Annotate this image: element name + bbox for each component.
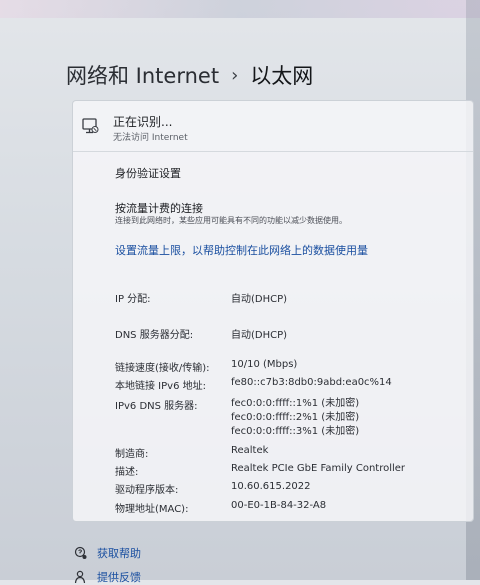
data-limit-link[interactable]: 设置流量上限，以帮助控制在此网络上的数据使用量: [115, 242, 368, 258]
description-value: Realtek PCIe GbE Family Controller: [231, 463, 406, 474]
manufacturer-label: 制造商:: [115, 449, 149, 460]
metered-connection-label: 按流量计费的连接: [115, 202, 203, 215]
status-title: 正在识别...: [113, 115, 173, 129]
mac-address-value: 00-E0-1B-84-32-A8: [231, 500, 327, 511]
auth-settings-link[interactable]: 身份验证设置: [115, 165, 181, 181]
give-feedback-label: 提供反馈: [97, 571, 141, 584]
connection-status-row[interactable]: 正在识别... 无法访问 Internet: [73, 101, 473, 152]
ipv6-dns-value: fec0:0:0:ffff::1%1 (未加密): [231, 398, 360, 409]
ethernet-network-icon: [82, 118, 99, 134]
link-speed-value: 10/10 (Mbps): [231, 359, 298, 370]
link-speed-label: 链接速度(接收/传输):: [115, 363, 210, 374]
help-icon: [74, 546, 87, 559]
breadcrumb-separator-icon: ›: [231, 64, 239, 86]
breadcrumb-parent[interactable]: 网络和 Internet: [66, 60, 219, 90]
ipv6-dns-values: fec0:0:0:ffff::1%1 (未加密) fec0:0:0:ffff::…: [231, 397, 359, 439]
feedback-icon: [74, 570, 86, 584]
metered-connection-description: 连接到此网络时，某些应用可能具有不同的功能以减少数据使用。: [115, 216, 347, 225]
driver-version-value: 10.60.615.2022: [231, 481, 311, 492]
give-feedback-link[interactable]: 提供反馈: [74, 569, 141, 585]
ipv6-dns-value: fec0:0:0:ffff::3%1 (未加密): [231, 426, 360, 437]
ipv6-local-label: 本地链接 IPv6 地址:: [115, 381, 206, 392]
ethernet-properties-card: 正在识别... 无法访问 Internet 身份验证设置 按流量计费的连接 连接…: [72, 100, 474, 522]
page-title: 以太网: [250, 64, 314, 88]
breadcrumb: 网络和 Internet › 以太网: [66, 60, 313, 90]
photo-edge-top: [0, 0, 480, 18]
get-help-label: 获取帮助: [97, 547, 141, 560]
ipv6-dns-value: fec0:0:0:ffff::2%1 (未加密): [231, 412, 360, 423]
mac-address-label: 物理地址(MAC):: [115, 504, 189, 515]
ip-assignment-value: 自动(DHCP): [231, 294, 288, 305]
dns-assignment-label: DNS 服务器分配:: [115, 330, 194, 341]
ip-assignment-label: IP 分配:: [115, 294, 151, 305]
ipv6-local-value: fe80::c7b3:8db0:9abd:ea0c%14: [231, 377, 392, 388]
get-help-link[interactable]: 获取帮助: [74, 545, 141, 561]
dns-assignment-value: 自动(DHCP): [231, 330, 288, 341]
driver-version-label: 驱动程序版本:: [115, 485, 179, 496]
status-subtitle: 无法访问 Internet: [113, 133, 188, 143]
description-label: 描述:: [115, 467, 139, 478]
manufacturer-value: Realtek: [231, 445, 269, 456]
ipv6-dns-label: IPv6 DNS 服务器:: [115, 401, 198, 412]
